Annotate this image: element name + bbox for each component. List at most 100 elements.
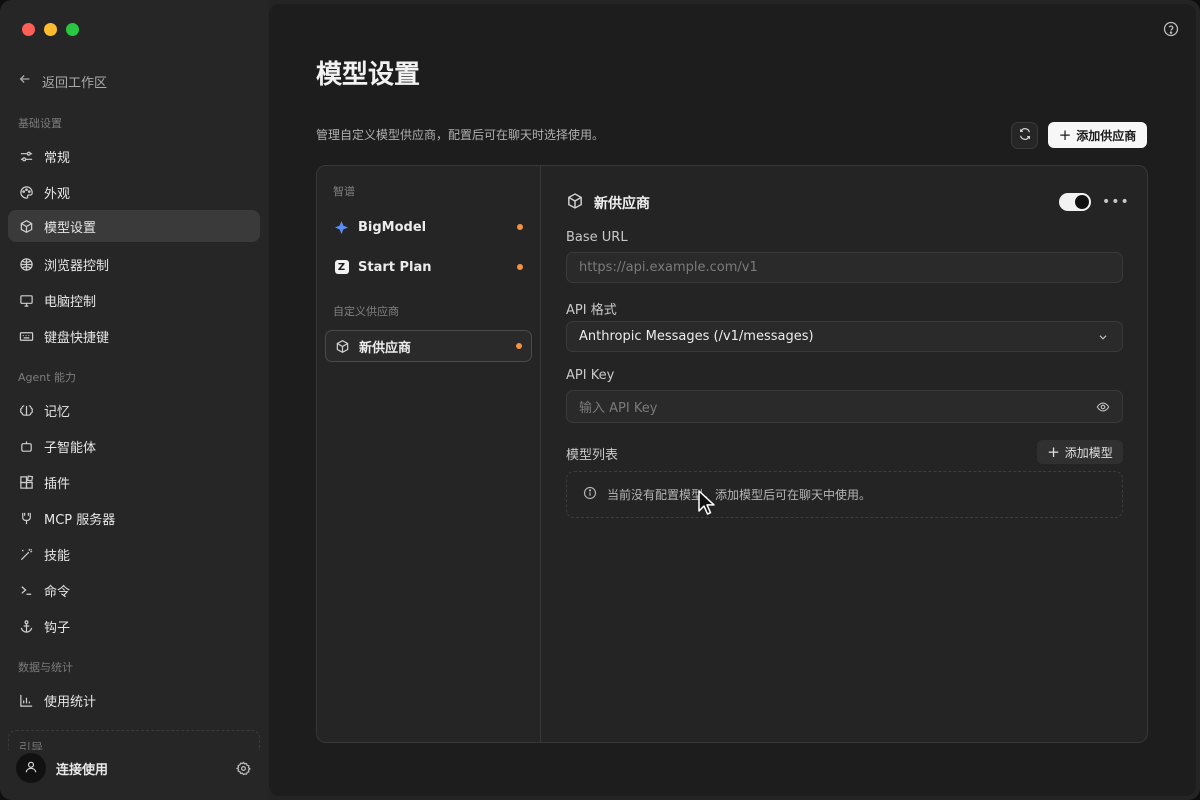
help-icon[interactable] bbox=[1163, 21, 1179, 37]
anchor-icon bbox=[18, 618, 34, 634]
status-dot bbox=[516, 343, 522, 349]
add-model-button[interactable]: + 添加模型 bbox=[1037, 440, 1123, 464]
add-provider-label: 添加供应商 bbox=[1076, 128, 1137, 143]
minimize-window-button[interactable] bbox=[44, 23, 57, 36]
provider-name: Start Plan bbox=[358, 259, 432, 275]
maximize-window-button[interactable] bbox=[66, 23, 79, 36]
sidebar-item-label: 模型设置 bbox=[44, 220, 97, 236]
sidebar-item-label: 使用统计 bbox=[44, 694, 97, 710]
onboarding-card[interactable]: 引导 bbox=[8, 730, 260, 750]
sidebar-item-hooks[interactable]: 钩子 bbox=[8, 610, 260, 642]
sidebar-item-label: 常规 bbox=[44, 150, 71, 166]
sidebar-item-appearance[interactable]: 外观 bbox=[8, 176, 260, 208]
sidebar-item-mcp-servers[interactable]: MCP 服务器 bbox=[8, 502, 260, 534]
sidebar-item-commands[interactable]: 命令 bbox=[8, 574, 260, 606]
api-key-label: API Key bbox=[566, 368, 615, 383]
section-agent: Agent 能力 bbox=[18, 371, 77, 384]
sidebar-item-subagents[interactable]: 子智能体 bbox=[8, 430, 260, 462]
sidebar-item-label: 命令 bbox=[44, 584, 71, 600]
user-row: 连接使用 bbox=[16, 752, 252, 784]
terminal-icon bbox=[18, 582, 34, 598]
sidebar-item-keyboard-shortcuts[interactable]: 键盘快捷键 bbox=[8, 320, 260, 352]
provider-enabled-toggle[interactable] bbox=[1059, 193, 1091, 211]
sidebar-item-memory[interactable]: 记忆 bbox=[8, 394, 260, 426]
sidebar-item-label: 记忆 bbox=[44, 404, 71, 420]
provider-name: BigModel bbox=[358, 219, 427, 235]
add-provider-button[interactable]: + 添加供应商 bbox=[1048, 122, 1147, 148]
window-controls bbox=[22, 23, 79, 36]
app-window: 返回工作区 基础设置 常规 外观 模型设置 浏览器控制 电脑控制 键盘快捷键 A… bbox=[0, 0, 1200, 800]
bigmodel-logo-icon bbox=[334, 220, 349, 235]
info-icon bbox=[583, 486, 597, 503]
provider-item-start-plan[interactable]: Z Start Plan bbox=[325, 251, 532, 283]
base-url-input[interactable]: https://api.example.com/v1 bbox=[566, 252, 1123, 283]
custom-providers-group-label: 自定义供应商 bbox=[333, 305, 399, 318]
cube-icon bbox=[18, 218, 34, 234]
user-name: 连接使用 bbox=[56, 762, 109, 778]
sidebar-item-general[interactable]: 常规 bbox=[8, 140, 260, 172]
sidebar-item-label: 外观 bbox=[44, 186, 71, 202]
sidebar-item-label: 键盘快捷键 bbox=[44, 330, 110, 346]
status-dot bbox=[517, 224, 523, 230]
sidebar-item-computer-control[interactable]: 电脑控制 bbox=[8, 284, 260, 316]
keyboard-icon bbox=[18, 328, 34, 344]
provider-list: 智谱 BigModel Z Start Plan 自定义供应商 新供应商 bbox=[317, 166, 541, 742]
bar-chart-icon bbox=[18, 692, 34, 708]
sidebar-item-label: 电脑控制 bbox=[44, 294, 97, 310]
more-options-icon[interactable]: ••• bbox=[1102, 194, 1129, 210]
plug-icon bbox=[18, 510, 34, 526]
cube-icon bbox=[335, 339, 350, 354]
avatar[interactable] bbox=[16, 753, 46, 783]
close-window-button[interactable] bbox=[22, 23, 35, 36]
back-label: 返回工作区 bbox=[42, 75, 108, 91]
bot-icon bbox=[18, 438, 34, 454]
providers-group-label: 智谱 bbox=[333, 185, 355, 198]
detail-header: 新供应商 bbox=[566, 192, 650, 214]
page-title: 模型设置 bbox=[316, 60, 421, 90]
sidebar-item-skills[interactable]: 技能 bbox=[8, 538, 260, 570]
browser-icon bbox=[18, 256, 34, 272]
user-icon bbox=[24, 759, 38, 778]
sidebar-item-label: 浏览器控制 bbox=[44, 258, 110, 274]
mouse-cursor-icon bbox=[698, 490, 715, 515]
api-format-select[interactable]: Anthropic Messages (/v1/messages) bbox=[566, 321, 1123, 352]
plus-icon: + bbox=[1047, 442, 1060, 461]
sidebar-item-usage-stats[interactable]: 使用统计 bbox=[8, 684, 260, 716]
provider-name: 新供应商 bbox=[359, 340, 412, 356]
sidebar-item-model-settings[interactable]: 模型设置 bbox=[8, 210, 260, 242]
provider-item-bigmodel[interactable]: BigModel bbox=[325, 211, 532, 243]
back-to-workspace-link[interactable]: 返回工作区 bbox=[18, 70, 107, 92]
monitor-icon bbox=[18, 292, 34, 308]
sidebar-item-browser-control[interactable]: 浏览器控制 bbox=[8, 248, 260, 280]
wand-icon bbox=[18, 546, 34, 562]
sidebar-item-label: 插件 bbox=[44, 476, 71, 492]
start-plan-logo-icon: Z bbox=[334, 260, 349, 275]
plus-icon: + bbox=[1058, 125, 1072, 144]
palette-icon bbox=[18, 184, 34, 200]
sidebar-item-label: 子智能体 bbox=[44, 440, 97, 456]
refresh-button[interactable] bbox=[1011, 122, 1038, 149]
arrow-left-icon bbox=[18, 72, 32, 90]
page-description: 管理自定义模型供应商，配置后可在聊天时选择使用。 bbox=[316, 128, 605, 142]
eye-icon[interactable] bbox=[1096, 400, 1110, 414]
puzzle-icon bbox=[18, 474, 34, 490]
onboarding-label: 引导 bbox=[19, 741, 44, 750]
model-list-label: 模型列表 bbox=[566, 448, 619, 463]
api-key-input[interactable]: 输入 API Key bbox=[566, 390, 1123, 423]
api-key-placeholder: 输入 API Key bbox=[579, 401, 658, 416]
brain-icon bbox=[18, 402, 34, 418]
chevron-down-icon bbox=[1096, 330, 1110, 344]
empty-models-notice: 当前没有配置模型，添加模型后可在聊天中使用。 bbox=[566, 471, 1123, 518]
base-url-label: Base URL bbox=[566, 230, 628, 245]
detail-title: 新供应商 bbox=[594, 196, 650, 212]
gear-icon[interactable] bbox=[234, 759, 252, 777]
cube-icon bbox=[566, 192, 584, 214]
provider-panel: 智谱 BigModel Z Start Plan 自定义供应商 新供应商 新供应… bbox=[316, 165, 1148, 743]
sidebar: 返回工作区 基础设置 常规 外观 模型设置 浏览器控制 电脑控制 键盘快捷键 A… bbox=[0, 0, 268, 800]
provider-item-new-provider[interactable]: 新供应商 bbox=[325, 330, 532, 362]
section-basic: 基础设置 bbox=[18, 117, 62, 130]
empty-models-message: 当前没有配置模型，添加模型后可在聊天中使用。 bbox=[607, 488, 872, 502]
sidebar-item-plugins[interactable]: 插件 bbox=[8, 466, 260, 498]
api-format-label: API 格式 bbox=[566, 303, 617, 318]
sliders-icon bbox=[18, 148, 34, 164]
